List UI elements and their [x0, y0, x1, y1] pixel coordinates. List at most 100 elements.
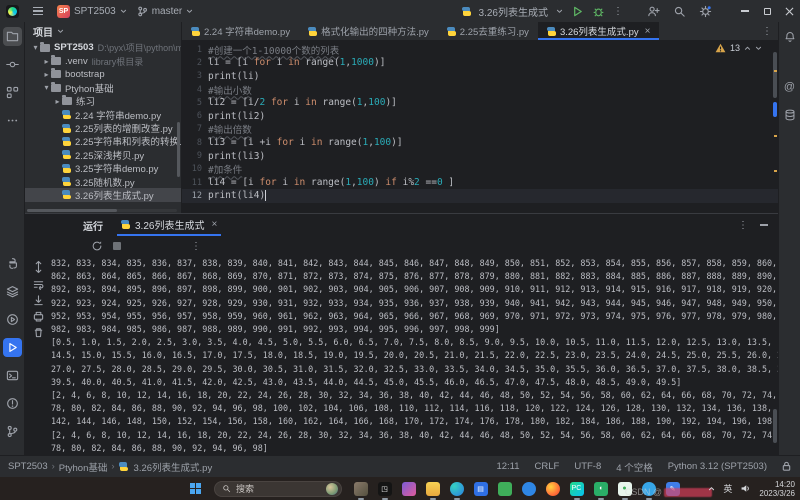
code-line[interactable]: 12print(li4): [182, 189, 778, 202]
line-number[interactable]: 12: [182, 191, 208, 201]
clear-console-icon[interactable]: [33, 327, 44, 338]
stop-button[interactable]: [113, 242, 121, 250]
editor-tab[interactable]: 3.26列表生成式.py×: [538, 22, 660, 40]
status-widget[interactable]: 4 个空格: [616, 460, 652, 474]
project-widget[interactable]: SP SPT2503: [57, 5, 127, 18]
maximize-button[interactable]: [756, 0, 778, 22]
run-button[interactable]: [571, 5, 584, 18]
tree-item[interactable]: 2.25列表的增删改查.py: [25, 121, 181, 134]
code-line[interactable]: 9print(li3): [182, 149, 778, 162]
breadcrumb-item[interactable]: SPT2503: [8, 461, 48, 472]
close-button[interactable]: [778, 0, 800, 22]
code-editor[interactable]: 1#创建一个1-10000个数的列表2li = [i for i in rang…: [182, 40, 778, 213]
print-icon[interactable]: [33, 311, 44, 322]
editor-tab[interactable]: 2.25去重练习.py: [438, 22, 538, 40]
hidden-icons-chevron[interactable]: [708, 486, 715, 491]
console-output[interactable]: 832, 833, 834, 835, 836, 837, 838, 839, …: [51, 256, 778, 455]
inspections-widget[interactable]: 13: [715, 43, 762, 53]
microsoft-store[interactable]: ▤: [470, 478, 491, 500]
chevron-down-icon[interactable]: [755, 46, 762, 51]
tree-item[interactable]: 2.24 字符串demo.py: [25, 108, 181, 121]
git-tool-icon[interactable]: [3, 422, 22, 441]
scroll-up-down-icon[interactable]: [33, 260, 44, 274]
tree-item[interactable]: 2.25深浅拷贝.py: [25, 148, 181, 161]
database-tool-icon[interactable]: [780, 105, 799, 124]
console-scrollbar[interactable]: [773, 409, 777, 443]
structure-tool-icon[interactable]: [3, 83, 22, 102]
volume-icon[interactable]: [740, 483, 751, 494]
wechat-app[interactable]: ◖: [590, 478, 611, 500]
run-anything-tool-icon[interactable]: [3, 310, 22, 329]
notes-app[interactable]: ✎: [662, 478, 683, 500]
status-widget[interactable]: 12:11: [496, 461, 519, 472]
settings-gear-icon[interactable]: [699, 5, 712, 18]
code-with-me-icon[interactable]: [647, 5, 660, 18]
services-layers-tool-icon[interactable]: [3, 282, 22, 301]
soft-wrap-icon[interactable]: [33, 279, 44, 290]
language-indicator[interactable]: 英: [723, 482, 732, 495]
search-icon[interactable]: [673, 5, 686, 18]
line-number[interactable]: 11: [182, 178, 208, 188]
scroll-to-end-icon[interactable]: [33, 295, 44, 306]
line-number[interactable]: 8: [182, 138, 208, 148]
code-line[interactable]: 7#输出倍数: [182, 123, 778, 136]
python-packages-tool-icon[interactable]: [3, 254, 22, 273]
tree-item[interactable]: ▾SPT2503D:\pyx\项目\python\myflask: [25, 41, 181, 54]
problems-tool-icon[interactable]: [3, 394, 22, 413]
tree-item[interactable]: ▸.venvlibrary根目录: [25, 54, 181, 67]
line-number[interactable]: 1: [182, 45, 208, 55]
pycharm-app[interactable]: PC: [566, 478, 587, 500]
run-tool-icon[interactable]: [3, 338, 22, 357]
breadcrumb-item[interactable]: Ptyhon基础: [59, 460, 108, 474]
horizontal-scrollbar[interactable]: [27, 209, 177, 212]
main-menu-icon[interactable]: [29, 7, 47, 15]
run-configuration[interactable]: 3.26列表生成式: [479, 4, 548, 19]
minimize-button[interactable]: [734, 0, 756, 22]
editor-tab[interactable]: 2.24 字符串demo.py: [182, 22, 299, 40]
edge-browser[interactable]: [446, 478, 467, 500]
blue-chat-app[interactable]: [638, 478, 659, 500]
editor-scrollbar[interactable]: [771, 40, 777, 213]
line-number[interactable]: 9: [182, 151, 208, 161]
start-button[interactable]: [184, 478, 206, 500]
code-line[interactable]: 10#加条件: [182, 163, 778, 176]
editor-tab[interactable]: 格式化输出的四种方法.py: [299, 22, 438, 40]
tree-item[interactable]: ▸bootstrap: [25, 68, 181, 81]
terminal-tool-icon[interactable]: [3, 366, 22, 385]
run-more-icon[interactable]: ⋮: [191, 241, 201, 252]
tree-item[interactable]: ▸练习: [25, 95, 181, 108]
line-number[interactable]: 2: [182, 58, 208, 68]
status-widget[interactable]: UTF-8: [574, 461, 601, 472]
more-tools-icon[interactable]: [3, 111, 22, 130]
code-line[interactable]: 4#输出小数: [182, 83, 778, 96]
tree-item[interactable]: 3.26列表生成式.py: [25, 188, 181, 201]
code-line[interactable]: 11li4 = [i for i in range(1,100) if i%2 …: [182, 176, 778, 189]
chevron-up-icon[interactable]: [744, 46, 751, 51]
ai-assistant-icon[interactable]: @: [780, 77, 799, 96]
code-line[interactable]: 8li3 = [i +i for i in range(1,100)]: [182, 136, 778, 149]
tab-options-icon[interactable]: ⋮: [762, 26, 772, 37]
code-line[interactable]: 1#创建一个1-10000个数的列表: [182, 43, 778, 56]
run-panel-options-icon[interactable]: ⋮: [738, 220, 748, 231]
tree-item[interactable]: 3.25字符串demo.py: [25, 162, 181, 175]
firefox-browser[interactable]: [542, 478, 563, 500]
breadcrumb-item[interactable]: 3.26列表生成式.py: [134, 460, 213, 474]
file-explorer[interactable]: [422, 478, 443, 500]
close-run-tab-icon[interactable]: ×: [211, 219, 217, 230]
vcs-branch-widget[interactable]: master: [137, 6, 194, 17]
status-widget[interactable]: Python 3.12 (SPT2503): [668, 461, 767, 472]
commit-tool-icon[interactable]: [3, 55, 22, 74]
capcut-app[interactable]: ◳: [374, 478, 395, 500]
close-tab-icon[interactable]: ×: [645, 26, 651, 37]
code-line[interactable]: 2li = [i for i in range(1,1000)]: [182, 56, 778, 69]
green-app[interactable]: [494, 478, 515, 500]
tree-item[interactable]: ▾Ptyhon基础: [25, 81, 181, 94]
taskbar-search[interactable]: 搜索: [214, 481, 342, 497]
line-number[interactable]: 5: [182, 98, 208, 108]
project-tool-icon[interactable]: [3, 27, 22, 46]
photos-app[interactable]: [350, 478, 371, 500]
code-line[interactable]: 3print(li): [182, 70, 778, 83]
breadcrumb[interactable]: SPT2503›Ptyhon基础›3.26列表生成式.py: [8, 460, 212, 474]
line-number[interactable]: 6: [182, 111, 208, 121]
readonly-lock-icon[interactable]: [781, 461, 792, 472]
